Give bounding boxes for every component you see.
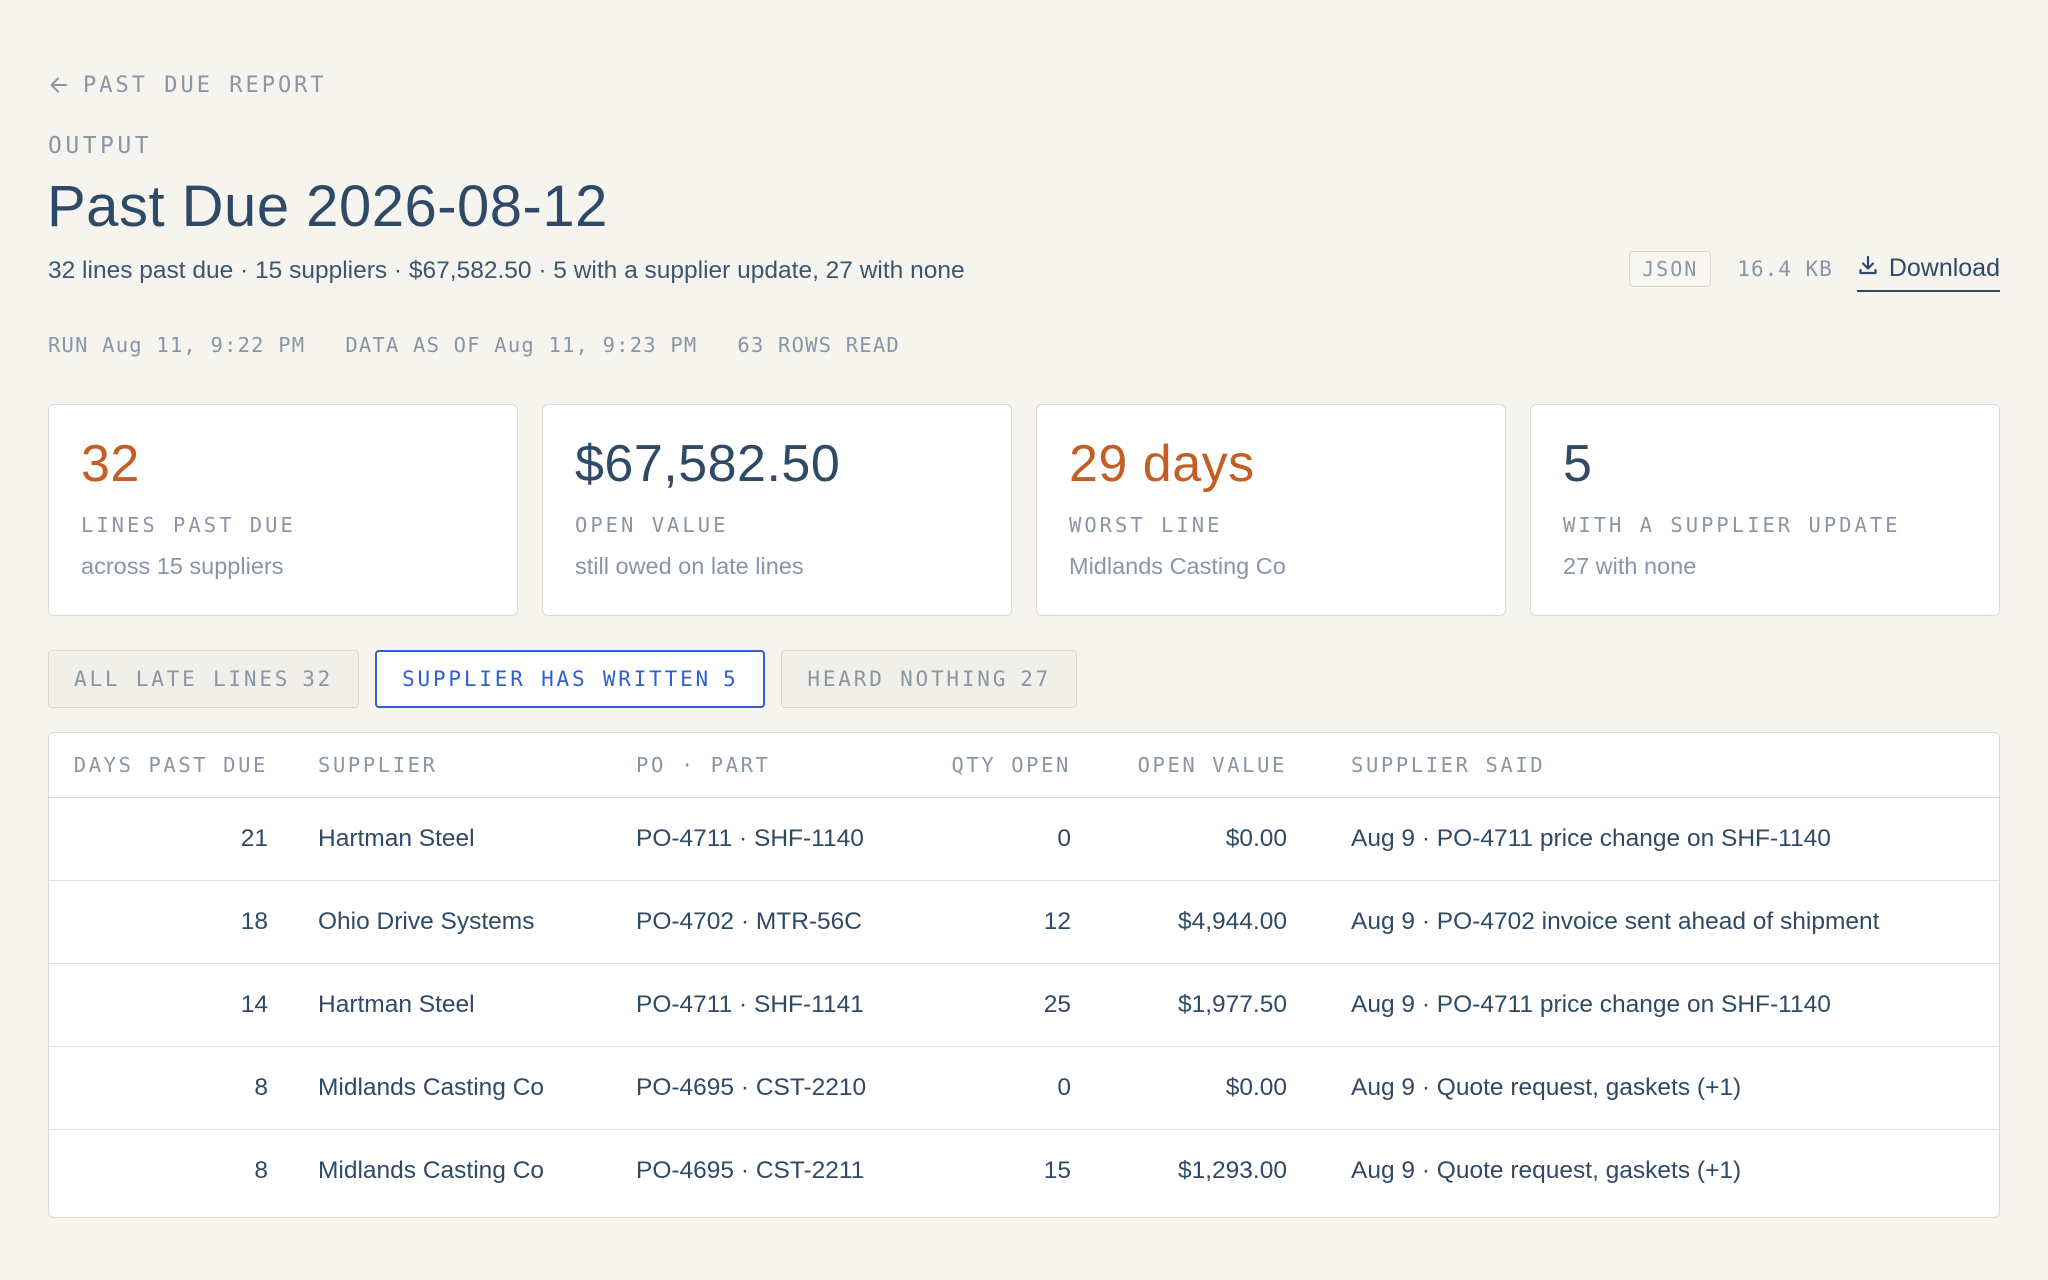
stat-subtext: Midlands Casting Co <box>1069 553 1286 579</box>
cell-open-value: $4,944.00 <box>1071 880 1287 964</box>
tab-supplier-has-written[interactable]: SUPPLIER HAS WRITTEN 5 <box>375 650 766 708</box>
cell-days-past-due: 14 <box>49 963 294 1047</box>
tab-label: HEARD NOTHING <box>807 667 1009 691</box>
tab-all-late-lines[interactable]: ALL LATE LINES 32 <box>48 650 360 708</box>
file-meta: JSON 16.4 KB Download <box>1629 248 2000 292</box>
past-due-table: DAYS PAST DUE SUPPLIER PO · PART QTY OPE… <box>48 732 2000 1218</box>
cell-open-value: $1,977.50 <box>1071 963 1287 1047</box>
download-label: Download <box>1888 254 2000 282</box>
download-icon <box>1857 254 1879 283</box>
cell-po-part: PO-4695 · CST-2210 <box>611 1046 941 1130</box>
rows-read: 63 ROWS READ <box>737 333 900 357</box>
column-header-supplier[interactable]: SUPPLIER <box>294 733 611 798</box>
stat-cards: 32 LINES PAST DUE across 15 suppliers $6… <box>48 404 2000 616</box>
cell-qty-open: 15 <box>1043 1156 1071 1184</box>
tab-count: 5 <box>722 667 739 691</box>
cell-open-value: $0.00 <box>1071 797 1287 881</box>
tab-count: 32 <box>302 667 334 691</box>
cell-open-value: $0.00 <box>1071 1046 1287 1130</box>
cell-supplier-said: Aug 9 · PO-4711 price change on SHF-1140 <box>1287 797 1999 881</box>
data-as-of: DATA AS OF Aug 11, 9:23 PM <box>345 333 698 357</box>
stat-subtext: 27 with none <box>1563 553 1697 579</box>
table-row[interactable]: 14 Hartman Steel PO-4711 · SHF-1141 25 $… <box>49 963 1999 1047</box>
file-size: 16.4 KB <box>1737 257 1833 281</box>
stat-value: 29 days <box>1069 435 1255 493</box>
run-meta: RUN Aug 11, 9:22 PM DATA AS OF Aug 11, 9… <box>48 333 900 357</box>
stat-label: OPEN VALUE <box>575 513 729 537</box>
cell-po-part: PO-4702 · MTR-56C <box>611 880 941 964</box>
cell-supplier: Hartman Steel <box>294 963 611 1047</box>
cell-supplier-said: Aug 9 · Quote request, gaskets (+1) <box>1351 1156 1742 1184</box>
column-header-qty-open[interactable]: QTY OPEN <box>941 733 1071 798</box>
table-row[interactable]: 8 Midlands Casting Co PO-4695 · CST-2211… <box>49 1129 1999 1212</box>
cell-days-past-due: 8 <box>254 1156 268 1184</box>
table-row[interactable]: 8 Midlands Casting Co PO-4695 · CST-2210… <box>49 1046 1999 1130</box>
cell-days-past-due: 21 <box>49 797 294 881</box>
stat-value: 32 <box>81 435 140 493</box>
cell-open-value: $1,293.00 <box>1178 1156 1287 1184</box>
cell-po-part: PO-4711 · SHF-1140 <box>611 797 941 881</box>
tab-count: 27 <box>1020 667 1052 691</box>
stat-card-worst-line: 29 days WORST LINE Midlands Casting Co <box>1036 404 1506 616</box>
page: PAST DUE REPORT OUTPUT Past Due 2026-08-… <box>0 0 2048 1280</box>
back-link-label: PAST DUE REPORT <box>83 72 327 98</box>
arrow-left-icon <box>49 75 69 95</box>
stat-value: $67,582.50 <box>575 435 841 493</box>
column-header-days-past-due[interactable]: DAYS PAST DUE <box>49 733 294 798</box>
back-link[interactable]: PAST DUE REPORT <box>49 71 327 99</box>
cell-supplier-said: Aug 9 · PO-4711 price change on SHF-1140 <box>1287 963 1999 1047</box>
stat-label: LINES PAST DUE <box>81 513 296 537</box>
cell-qty-open: 0 <box>941 1046 1071 1130</box>
stat-card-lines-past-due: 32 LINES PAST DUE across 15 suppliers <box>48 404 518 616</box>
cell-supplier: Midlands Casting Co <box>294 1046 611 1130</box>
cell-days-past-due: 8 <box>49 1046 294 1130</box>
cell-qty-open: 25 <box>941 963 1071 1047</box>
cell-supplier: Midlands Casting Co <box>318 1156 545 1184</box>
column-header-supplier-said[interactable]: SUPPLIER SAID <box>1287 733 1999 798</box>
table-row[interactable]: 21 Hartman Steel PO-4711 · SHF-1140 0 $0… <box>49 797 1999 881</box>
cell-qty-open: 12 <box>941 880 1071 964</box>
cell-days-past-due: 18 <box>49 880 294 964</box>
stat-label: WORST LINE <box>1069 513 1223 537</box>
format-badge: JSON <box>1629 251 1712 287</box>
tab-label: ALL LATE LINES <box>74 667 291 691</box>
cell-supplier-said: Aug 9 · PO-4702 invoice sent ahead of sh… <box>1287 880 1999 964</box>
table-header-row: DAYS PAST DUE SUPPLIER PO · PART QTY OPE… <box>49 733 1999 798</box>
cell-supplier: Ohio Drive Systems <box>294 880 611 964</box>
tab-label: SUPPLIER HAS WRITTEN <box>402 667 711 691</box>
page-title: Past Due 2026-08-12 <box>47 174 608 239</box>
run-time: RUN Aug 11, 9:22 PM <box>48 333 306 357</box>
report-summary: 32 lines past due · 15 suppliers · $67,5… <box>48 257 965 284</box>
cell-po-part: PO-4695 · CST-2211 <box>636 1156 865 1184</box>
cell-supplier: Hartman Steel <box>294 797 611 881</box>
column-header-open-value[interactable]: OPEN VALUE <box>1071 733 1287 798</box>
page-eyebrow: OUTPUT <box>48 133 153 159</box>
stat-subtext: across 15 suppliers <box>81 553 284 579</box>
stat-label: WITH A SUPPLIER UPDATE <box>1563 513 1901 537</box>
download-button[interactable]: Download <box>1856 254 2000 292</box>
cell-qty-open: 0 <box>941 797 1071 881</box>
stat-subtext: still owed on late lines <box>575 553 804 579</box>
stat-card-open-value: $67,582.50 OPEN VALUE still owed on late… <box>542 404 1012 616</box>
stat-value: 5 <box>1563 435 1593 493</box>
column-header-po-part[interactable]: PO · PART <box>611 733 941 798</box>
stat-card-supplier-update: 5 WITH A SUPPLIER UPDATE 27 with none <box>1530 404 2000 616</box>
tab-heard-nothing[interactable]: HEARD NOTHING 27 <box>781 650 1078 708</box>
cell-po-part: PO-4711 · SHF-1141 <box>611 963 941 1047</box>
table-row[interactable]: 18 Ohio Drive Systems PO-4702 · MTR-56C … <box>49 880 1999 964</box>
filter-tabs: ALL LATE LINES 32 SUPPLIER HAS WRITTEN 5… <box>48 650 1078 708</box>
cell-supplier-said: Aug 9 · Quote request, gaskets (+1) <box>1287 1046 1999 1130</box>
